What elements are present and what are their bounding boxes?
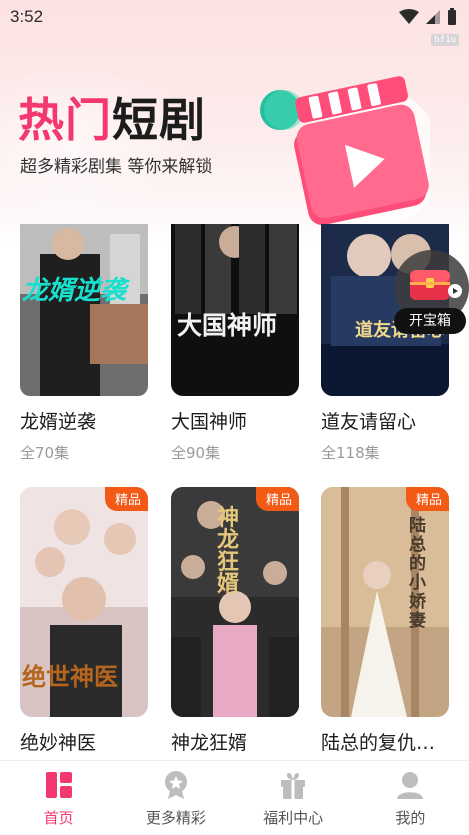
gift-icon [281,773,306,799]
drama-card[interactable]: 龙婿逆袭 龙婿逆袭 全70集 [20,224,148,463]
poster-image [20,224,148,396]
page-title-pink: 热门 [18,93,112,147]
drama-poster[interactable]: 陆总的小娇妻 精品 [321,487,449,717]
episode-count: 全70集 [20,444,70,462]
status-bar: 3:52 [0,0,469,34]
treasure-chest-icon [410,270,450,300]
drama-title[interactable]: 道友请留心 [321,407,449,434]
drama-card[interactable]: 神龙狂婿 精品 神龙狂婿 [171,487,299,755]
drama-title[interactable]: 龙婿逆袭 [20,407,148,434]
drama-card[interactable]: 陆总的小娇妻 精品 陆总的复仇… [321,487,449,755]
status-icons [399,8,457,26]
signal-icon [426,10,440,24]
tab-welfare[interactable]: 福利中心 [235,761,352,835]
premium-badge: 精品 [255,487,299,511]
poster-title: 神龙狂婿 [217,505,240,597]
wifi-icon [399,9,419,24]
poster-title: 龙婿逆袭 [22,276,127,306]
page-title: 热门短剧 [18,84,206,150]
drama-poster[interactable]: 神龙狂婿 精品 [171,487,299,717]
bottom-tab-bar: 首页 更多精彩 福利中心 我的 [0,760,469,835]
drama-poster[interactable]: 大国神师 [171,224,299,396]
page-title-black: 短剧 [112,93,206,147]
treasure-chest-widget[interactable]: 开宝箱 [394,250,469,334]
user-icon [397,772,424,799]
premium-badge: 精品 [104,487,148,511]
play-clapperboard-illustration [260,76,430,228]
drama-title[interactable]: 神龙狂婿 [171,728,299,755]
poster-title: 陆总的小娇妻 [409,516,426,631]
tab-home-label: 首页 [43,809,74,827]
tab-mine-label: 我的 [395,809,426,827]
premium-badge: 精品 [405,487,449,511]
drama-title[interactable]: 绝妙神医 [20,728,148,755]
episode-count: 全118集 [321,444,380,462]
tab-home[interactable]: 首页 [0,761,117,835]
drama-title[interactable]: 大国神师 [171,407,299,434]
drama-poster[interactable]: 绝世神医 精品 [20,487,148,717]
battery-icon [448,8,456,25]
status-time: 3:52 [10,7,44,26]
star-badge-icon [164,771,187,799]
tab-welfare-label: 福利中心 [263,809,324,827]
play-small-icon [448,284,462,298]
treasure-chest-label[interactable]: 开宝箱 [394,308,466,334]
drama-card[interactable]: 大国神师 大国神师 全90集 [171,224,299,463]
debug-badge: hf1u [431,34,459,46]
tab-more-label: 更多精彩 [145,809,206,827]
tab-mine[interactable]: 我的 [352,761,469,835]
drama-title[interactable]: 陆总的复仇… [321,728,449,755]
poster-title: 绝世神医 [22,662,118,691]
tab-more[interactable]: 更多精彩 [117,761,234,835]
episode-count: 全90集 [171,444,221,462]
drama-card[interactable]: 绝世神医 精品 绝妙神医 [20,487,148,755]
home-grid-icon [45,772,72,798]
drama-poster[interactable]: 龙婿逆袭 [20,224,148,396]
poster-title: 大国神师 [177,311,278,340]
page-subtitle: 超多精彩剧集 等你来解锁 [20,157,213,177]
